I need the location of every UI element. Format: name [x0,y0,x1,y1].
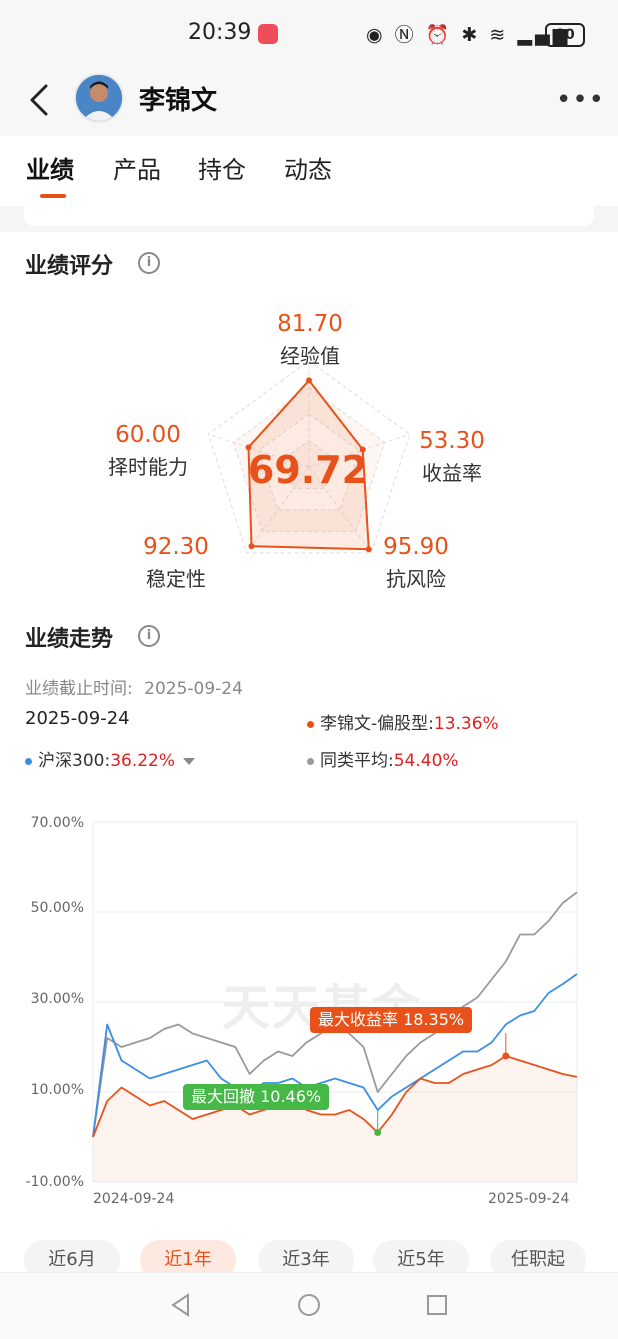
max-drawdown-point [374,1129,382,1136]
nav-home-icon[interactable] [296,1292,322,1318]
trend-chart[interactable] [0,0,618,1240]
nav-back-icon[interactable] [168,1292,194,1318]
max-return-flag: 最大收益率 18.35% [310,1007,473,1033]
max-drawdown-flag: 最大回撤 10.46% [183,1084,330,1110]
max-return-point [502,1052,510,1060]
fund-area [93,1056,577,1182]
nav-recents-icon[interactable] [424,1292,450,1318]
